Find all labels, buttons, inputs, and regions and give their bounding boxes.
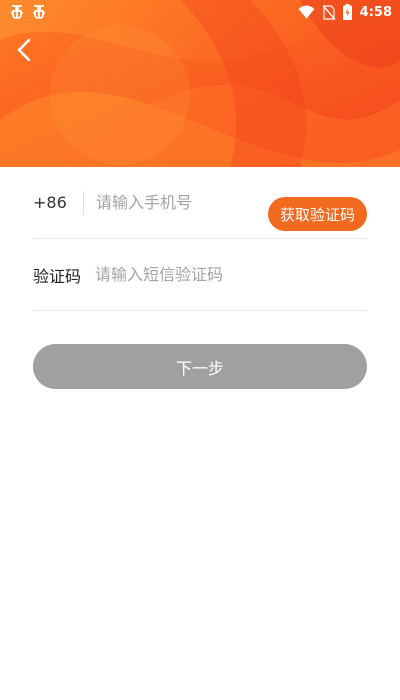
code-label: 验证码	[33, 266, 82, 286]
phone-row: +86 获取验证码	[33, 167, 367, 239]
status-time: 4:58	[359, 4, 392, 20]
next-button[interactable]: 下一步	[33, 344, 367, 389]
battery-charging-icon	[342, 4, 352, 20]
get-code-button[interactable]: 获取验证码	[267, 197, 367, 231]
sms-code-input[interactable]	[95, 265, 367, 284]
back-button[interactable]	[10, 36, 38, 64]
header-banner: 4:58	[0, 0, 400, 167]
wifi-icon	[298, 5, 315, 19]
status-bar: 4:58	[0, 0, 400, 26]
bug-icon	[11, 5, 23, 19]
no-sim-icon	[322, 4, 335, 20]
divider	[83, 190, 84, 215]
code-row: 验证码	[33, 239, 367, 311]
status-left-icons	[9, 4, 47, 20]
status-right-icons: 4:58	[298, 4, 392, 20]
country-code[interactable]: +86	[33, 193, 83, 212]
phone-input[interactable]	[96, 193, 256, 212]
login-form: +86 获取验证码 验证码	[33, 167, 367, 311]
bug-icon	[33, 5, 45, 19]
chevron-left-icon	[17, 38, 31, 62]
